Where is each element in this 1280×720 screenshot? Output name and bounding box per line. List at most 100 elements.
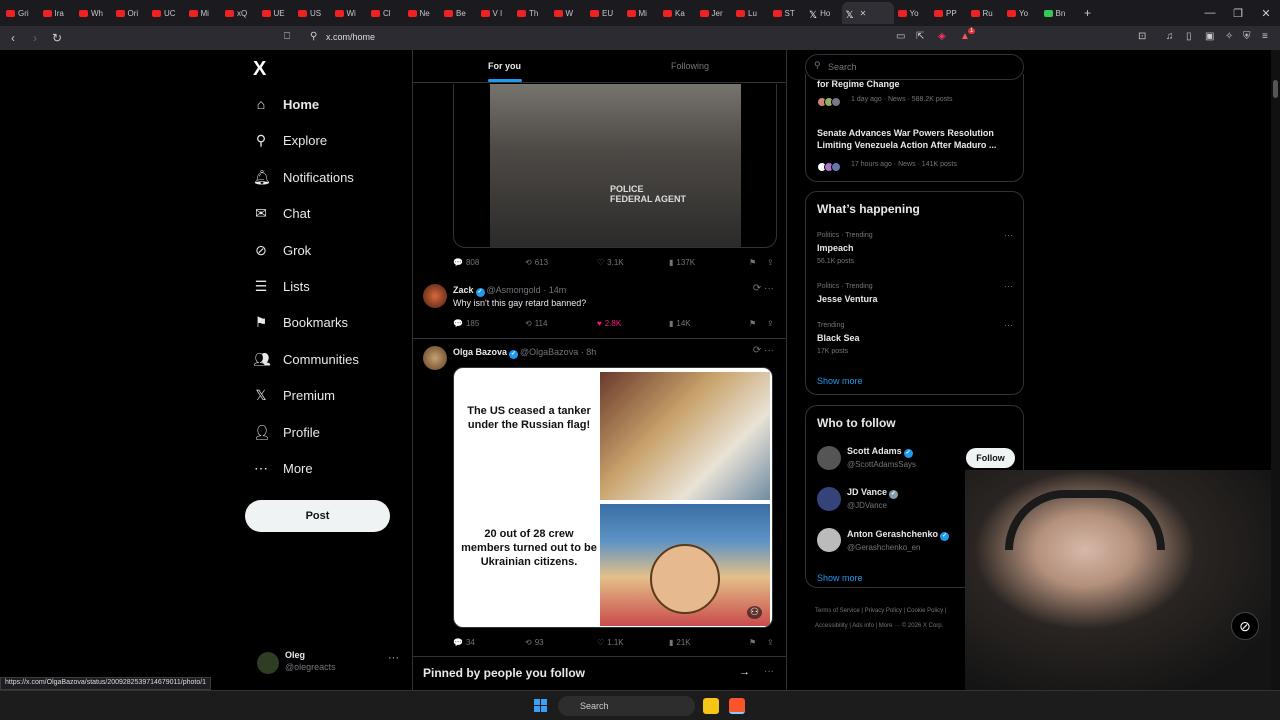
views-button[interactable]: ▮ 137K [669, 258, 749, 267]
browser-tab[interactable]: Mi [185, 2, 222, 24]
site-info-icon[interactable]: ⚲ [310, 31, 317, 42]
share-icon[interactable]: ⇪ [767, 638, 774, 647]
browser-tab[interactable]: Ru [967, 2, 1004, 24]
browser-tab[interactable]: Mi [623, 2, 660, 24]
browser-tab[interactable]: Lu [732, 2, 769, 24]
nav-item-lists[interactable]: ☰ Lists [253, 278, 310, 295]
maximize-icon[interactable]: ❐ [1224, 0, 1252, 26]
reply-button[interactable]: 💬 34 [453, 638, 525, 647]
scrollbar[interactable] [1271, 50, 1280, 690]
nav-item-profile[interactable]: 👤︎ Profile [253, 424, 320, 441]
news-title[interactable]: for Regime Change [817, 78, 1017, 90]
trend-name[interactable]: Jesse Ventura [817, 294, 878, 304]
avatar[interactable] [423, 346, 447, 370]
windows-start-icon[interactable] [534, 699, 548, 713]
follow-name[interactable]: Scott Adams ✓ [847, 446, 915, 458]
trend-more-icon[interactable]: ··· [1004, 230, 1013, 240]
brave-shield-icon[interactable]: ◈ [938, 31, 946, 42]
avatar[interactable] [817, 528, 841, 552]
share-icon[interactable]: ⇱ [916, 31, 924, 42]
nav-item-more[interactable]: ⋯ More [253, 460, 313, 477]
nav-item-notifications[interactable]: 🔔︎ Notifications [253, 169, 354, 186]
cast-icon[interactable]: ▭ [896, 31, 905, 42]
browser-tab[interactable]: 𝕏 ✕ [841, 2, 894, 24]
tweet-more-icon[interactable]: ⟳ ··· [753, 283, 774, 294]
minimize-icon[interactable]: — [1196, 0, 1224, 26]
account-more-icon[interactable]: ··· [388, 652, 399, 664]
like-button[interactable]: ♡ 1.1K [597, 638, 669, 647]
sidebar-toggle-icon[interactable]: ⊡ [1138, 31, 1146, 42]
browser-tab[interactable]: UC [148, 2, 185, 24]
views-button[interactable]: ▮ 14K [669, 319, 749, 328]
pinned-more-icon[interactable]: ··· [764, 666, 774, 677]
close-tab-icon[interactable]: ✕ [860, 9, 867, 18]
nav-item-premium[interactable]: 𝕏 Premium [253, 387, 335, 404]
nav-item-bookmarks[interactable]: ⚑ Bookmarks [253, 314, 348, 331]
browser-tab[interactable]: Ne [404, 2, 441, 24]
browser-tab[interactable]: V I [477, 2, 514, 24]
url-field[interactable]: x.com/home [326, 32, 375, 42]
account-switcher[interactable]: Oleg @olegreacts ··· [253, 646, 403, 682]
repost-button[interactable]: ⟲ 114 [525, 319, 597, 328]
nav-item-chat[interactable]: ✉ Chat [253, 205, 310, 222]
tweet-more-icon[interactable]: ⟳ ··· [753, 345, 774, 356]
browser-tab[interactable]: xQ [221, 2, 258, 24]
tweet-time[interactable]: · 8h [581, 347, 597, 357]
ai-icon[interactable]: ✧ [1225, 31, 1233, 42]
tweet-media[interactable]: The US ceased a tanker under the Russian… [453, 367, 773, 628]
browser-tab[interactable]: ST [769, 2, 806, 24]
follow-button[interactable]: Follow [966, 448, 1015, 468]
bookmark-icon[interactable]: ⚑ [749, 319, 767, 328]
bookmark-icon[interactable]: ⚑ [749, 638, 767, 647]
show-more-link[interactable]: Show more [817, 573, 863, 583]
follow-name[interactable]: Anton Gerashchenko ✓ [847, 529, 951, 541]
tweet-time[interactable]: · 14m [543, 285, 566, 295]
browser-tab[interactable]: Wi [331, 2, 368, 24]
taskbar-search[interactable]: Search [558, 696, 695, 716]
arrow-right-icon[interactable]: → [739, 666, 750, 678]
nav-item-communities[interactable]: 👥︎ Communities [253, 351, 359, 368]
trend-name[interactable]: Black Sea [817, 333, 860, 343]
avatar[interactable] [817, 487, 841, 511]
back-icon[interactable]: ‹ [4, 31, 22, 45]
follow-name[interactable]: JD Vance ✓ [847, 487, 900, 499]
browser-tab[interactable]: Jer [696, 2, 733, 24]
author-name[interactable]: Olga Bazova [453, 347, 507, 357]
media-icon[interactable]: ♫ [1166, 31, 1174, 42]
scrollbar-thumb[interactable] [1273, 80, 1278, 98]
trend-more-icon[interactable]: ··· [1004, 320, 1013, 330]
tab-for-you[interactable]: For you [488, 61, 521, 71]
share-icon[interactable]: ⇪ [767, 319, 774, 328]
browser-tab[interactable]: W [550, 2, 587, 24]
wallet-icon[interactable]: ▣ [1205, 31, 1214, 42]
author-name[interactable]: Zack [453, 285, 474, 295]
browser-tab[interactable]: Bn [1040, 2, 1077, 24]
browser-tab[interactable]: EU [586, 2, 623, 24]
browser-tab[interactable]: Th [513, 2, 550, 24]
new-tab-button[interactable]: + [1076, 6, 1099, 20]
browser-tab[interactable]: Ira [39, 2, 76, 24]
browser-tab[interactable]: 𝕏 Ho [805, 2, 842, 24]
views-button[interactable]: ▮ 21K [669, 638, 749, 647]
browser-tab[interactable]: UE [258, 2, 295, 24]
reply-button[interactable]: 💬 185 [453, 319, 525, 328]
news-title[interactable]: Senate Advances War Powers Resolution Li… [817, 127, 1017, 151]
avatar[interactable] [817, 446, 841, 470]
forward-icon[interactable]: › [26, 31, 44, 45]
trend-more-icon[interactable]: ··· [1004, 281, 1013, 291]
browser-tab[interactable]: US [294, 2, 331, 24]
browser-tab[interactable]: Yo [894, 2, 931, 24]
file-explorer-icon[interactable] [703, 698, 719, 714]
browser-tab[interactable]: PP [930, 2, 967, 24]
like-button[interactable]: ♡ 3.1K [597, 258, 669, 267]
browser-tab[interactable]: Ori [112, 2, 149, 24]
nav-item-explore[interactable]: ⚲ Explore [253, 132, 327, 149]
bookmark-icon[interactable]: ⚑ [749, 258, 767, 267]
footer-links[interactable]: Terms of Service | Privacy Policy | Cook… [815, 608, 946, 614]
browser-tab[interactable]: Gri [2, 2, 39, 24]
sensitive-media-icon[interactable]: ⚇ [747, 606, 762, 619]
avatar[interactable] [423, 284, 447, 308]
like-button[interactable]: ♥ 2.8K [597, 319, 669, 328]
browser-tab[interactable]: Be [440, 2, 477, 24]
bookmark-page-icon[interactable]: ⎕ [284, 31, 290, 42]
